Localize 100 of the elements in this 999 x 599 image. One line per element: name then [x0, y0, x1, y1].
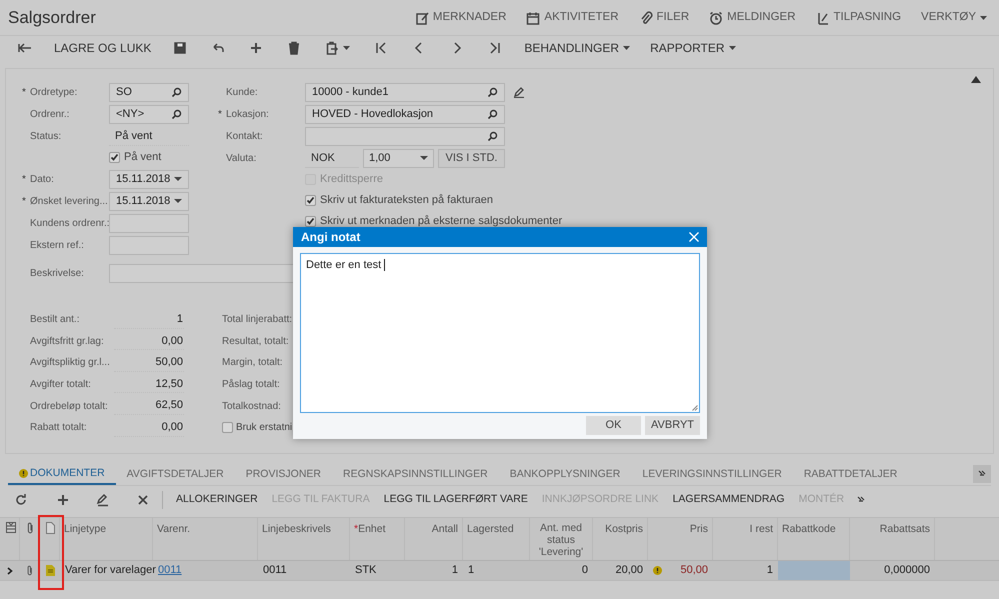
tab[interactable]: AVGIFTSDETALJER: [116, 464, 235, 485]
search-icon[interactable]: [171, 108, 182, 120]
tab[interactable]: LEVERINGSINNSTILLINGER: [631, 464, 793, 485]
paperclip-icon[interactable]: [26, 565, 34, 576]
toolbar-menu[interactable]: RAPPORTER: [646, 39, 740, 57]
summary-value: 0,00: [114, 419, 184, 437]
pencil-icon[interactable]: [513, 86, 525, 98]
table-cell-text: Varer for varelager: [65, 563, 156, 578]
more-actions-icon[interactable]: [857, 496, 866, 504]
close-icon[interactable]: [136, 493, 150, 507]
header-link[interactable]: MELDINGER: [709, 8, 796, 26]
lookup-field[interactable]: <NY>: [109, 104, 189, 124]
column-header[interactable]: Antall: [432, 523, 458, 535]
header-link[interactable]: TILPASNING: [816, 8, 902, 26]
tab[interactable]: BANKOPPLYSNINGER: [498, 464, 632, 485]
column-header[interactable]: Enhet: [358, 523, 386, 535]
table-row[interactable]: Varer for varelager 0011 0011 STK 1 1 0 20,00 50,00 1 0,000000: [0, 561, 999, 581]
close-icon[interactable]: [689, 232, 699, 242]
status-value: På vent: [109, 126, 189, 146]
grid-settings-icon[interactable]: [6, 522, 16, 533]
tools-menu[interactable]: VERKTØY: [921, 8, 987, 26]
column-header[interactable]: Lagersted: [467, 523, 514, 535]
search-icon[interactable]: [487, 130, 498, 142]
dropdown-caret-icon[interactable]: [174, 199, 182, 203]
column-header[interactable]: Pris: [690, 523, 708, 535]
field-label: Kunde:: [226, 86, 259, 100]
search-icon[interactable]: [487, 86, 498, 98]
toolbar-menu[interactable]: BEHANDLINGER: [520, 39, 634, 57]
column-header[interactable]: Linjebeskrivels: [262, 523, 331, 535]
input-field[interactable]: [109, 236, 189, 254]
save-icon[interactable]: [173, 41, 188, 55]
required-mark: *: [22, 86, 26, 100]
item-link[interactable]: 0011: [158, 562, 182, 579]
column-header[interactable]: Rabattsats: [880, 523, 930, 535]
column-header[interactable]: Ant. med status 'Levering': [534, 522, 588, 558]
table-cell-text: 1: [766, 563, 773, 578]
note-icon[interactable]: [46, 565, 55, 576]
tab[interactable]: RABATTDETALJER: [792, 464, 908, 485]
column-header[interactable]: Rabattkode: [782, 523, 836, 535]
grid-action-button[interactable]: LEGG TIL LAGERFØRT VARE: [376, 492, 535, 508]
refresh-icon[interactable]: [14, 493, 28, 507]
summary-label: Ordrebeløp totalt:: [30, 400, 109, 414]
column-header[interactable]: Varenr.: [157, 523, 190, 535]
header-link[interactable]: MERKNADER: [414, 8, 506, 26]
base-currency-button[interactable]: VIS I STD.: [438, 148, 505, 168]
field-label: Dato:: [30, 172, 55, 186]
back-arrow-icon[interactable]: [18, 41, 32, 55]
table-cell-text: 0011: [263, 563, 287, 578]
column-header[interactable]: Linjetype: [64, 523, 106, 535]
lookup-field[interactable]: HOVED - Hovedlokasjon: [305, 104, 505, 124]
more-tabs-icon[interactable]: [978, 470, 986, 478]
dropdown-caret-icon[interactable]: [174, 177, 182, 181]
input-field[interactable]: [109, 214, 189, 232]
resize-grip-icon[interactable]: [692, 405, 698, 411]
trash-icon[interactable]: [287, 41, 302, 55]
selected-cell[interactable]: [778, 561, 850, 580]
dialog-button[interactable]: OK: [586, 416, 641, 435]
field-label: Status:: [30, 130, 62, 144]
tab[interactable]: PROVISJONER: [234, 464, 332, 485]
currency-code: NOK: [305, 148, 359, 168]
dialog-button[interactable]: AVBRYT: [645, 416, 700, 435]
last-icon[interactable]: [488, 41, 502, 55]
note-textarea[interactable]: Dette er en test: [300, 253, 700, 413]
column-header[interactable]: Kostpris: [605, 523, 643, 535]
first-icon[interactable]: [374, 41, 388, 55]
collapse-icon[interactable]: [971, 76, 981, 83]
checkbox[interactable]: [109, 152, 120, 163]
lookup-field[interactable]: 10000 - kunde1: [305, 82, 505, 102]
rate-dropdown[interactable]: 1,00: [363, 148, 434, 168]
summary-value: 12,50: [114, 376, 184, 394]
field-label: Ordrenr.:: [30, 108, 70, 122]
paperclip-icon: [26, 522, 35, 534]
grid-action-button[interactable]: ALLOKERINGER: [169, 492, 265, 508]
clipboard-icon[interactable]: [325, 41, 340, 55]
search-icon[interactable]: [487, 108, 498, 120]
date-field[interactable]: 15.11.2018: [109, 192, 189, 210]
checkbox[interactable]: [222, 422, 233, 434]
plus-icon[interactable]: [56, 493, 70, 507]
current-row-icon: [7, 566, 13, 574]
plus-icon[interactable]: [249, 41, 264, 55]
save-close-button[interactable]: LAGRE OG LUKK: [50, 39, 156, 57]
column-header[interactable]: I rest: [750, 523, 773, 535]
search-icon[interactable]: [171, 86, 182, 98]
tab[interactable]: REGNSKAPSINNSTILLINGER: [332, 464, 499, 485]
lookup-field[interactable]: SO: [109, 82, 189, 102]
grid-action-button[interactable]: LAGERSAMMENDRAG: [666, 492, 792, 508]
tab[interactable]: DOKUMENTER: [8, 464, 116, 485]
caret-icon[interactable]: [980, 16, 987, 20]
lookup-field[interactable]: [305, 126, 505, 146]
header-link[interactable]: AKTIVITETER: [526, 8, 619, 26]
checkbox[interactable]: [305, 216, 316, 227]
dropdown-caret-icon[interactable]: [420, 156, 428, 160]
checkbox[interactable]: [305, 195, 316, 206]
header-link[interactable]: FILER: [638, 8, 690, 26]
caret-icon[interactable]: [623, 46, 630, 50]
caret-icon[interactable]: [728, 46, 736, 50]
undo-icon[interactable]: [211, 41, 226, 55]
pencil-icon[interactable]: [96, 493, 110, 507]
caret-icon[interactable]: [343, 46, 350, 50]
date-field[interactable]: 15.11.2018: [109, 170, 189, 188]
